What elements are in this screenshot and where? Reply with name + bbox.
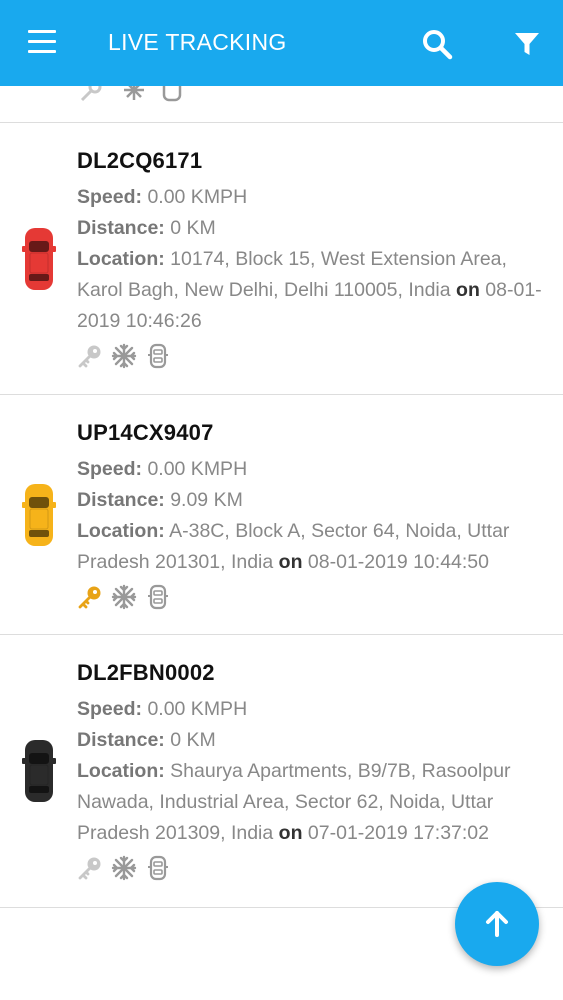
status-icons: [77, 343, 543, 369]
snowflake-icon: [111, 343, 137, 369]
location-label: Location:: [77, 760, 165, 782]
distance-label: Distance:: [77, 729, 165, 751]
search-icon[interactable]: [421, 28, 453, 60]
distance-row: Distance: 9.09 KM: [77, 485, 543, 516]
key-icon: [78, 586, 101, 609]
on-label: on: [278, 551, 303, 573]
location-row: Location: A-38C, Block A, Sector 64, Noi…: [77, 516, 543, 578]
key-icon: [78, 857, 101, 880]
timestamp-value: 07-01-2019 17:37:02: [307, 822, 489, 844]
speed-label: Speed:: [77, 186, 143, 208]
previous-card-peek: [0, 86, 563, 123]
filter-icon[interactable]: [513, 30, 541, 58]
car-door-icon: [148, 584, 168, 610]
vehicle-info: DL2CQ6171 Speed: 0.00 KMPH Distance: 0 K…: [77, 148, 543, 369]
speed-row: Speed: 0.00 KMPH: [77, 454, 543, 485]
on-label: on: [456, 279, 480, 301]
app-bar: LIVE TRACKING: [0, 0, 563, 86]
status-icons: [77, 584, 543, 610]
location-row: Location: 10174, Block 15, West Extensio…: [77, 244, 543, 337]
vehicle-info: UP14CX9407 Speed: 0.00 KMPH Distance: 9.…: [77, 420, 543, 610]
speed-value: 0.00 KMPH: [147, 698, 248, 720]
distance-label: Distance:: [77, 217, 165, 239]
page-title: LIVE TRACKING: [108, 29, 287, 55]
timestamp-value: 08-01-2019 10:44:50: [307, 551, 489, 573]
snowflake-icon: [111, 584, 137, 610]
car-icon: [22, 738, 56, 804]
location-label: Location:: [77, 248, 165, 270]
snowflake-icon: [111, 855, 137, 881]
car-icon: [22, 482, 56, 548]
speed-row: Speed: 0.00 KMPH: [77, 182, 543, 213]
distance-value: 0 KM: [170, 729, 216, 751]
vehicle-card[interactable]: DL2CQ6171 Speed: 0.00 KMPH Distance: 0 K…: [0, 122, 563, 395]
distance-row: Distance: 0 KM: [77, 725, 543, 756]
vehicle-card[interactable]: UP14CX9407 Speed: 0.00 KMPH Distance: 9.…: [0, 394, 563, 635]
status-icons: [77, 855, 543, 881]
arrow-up-icon: [486, 911, 508, 937]
vehicle-card[interactable]: DL2FBN0002 Speed: 0.00 KMPH Distance: 0 …: [0, 634, 563, 908]
distance-value: 9.09 KM: [170, 489, 243, 511]
distance-value: 0 KM: [170, 217, 216, 239]
on-label: on: [278, 822, 303, 844]
car-icon: [22, 226, 56, 292]
speed-value: 0.00 KMPH: [147, 458, 248, 480]
speed-value: 0.00 KMPH: [147, 186, 248, 208]
distance-label: Distance:: [77, 489, 165, 511]
key-icon: [78, 345, 101, 368]
menu-icon[interactable]: [28, 30, 56, 54]
distance-row: Distance: 0 KM: [77, 213, 543, 244]
vehicle-info: DL2FBN0002 Speed: 0.00 KMPH Distance: 0 …: [77, 660, 543, 881]
speed-label: Speed:: [77, 698, 143, 720]
status-icons-partial: [80, 86, 182, 102]
vehicle-plate: UP14CX9407: [77, 420, 214, 445]
speed-row: Speed: 0.00 KMPH: [77, 694, 543, 725]
location-row: Location: Shaurya Apartments, B9/7B, Ras…: [77, 756, 543, 849]
location-label: Location:: [77, 520, 165, 542]
vehicle-plate: DL2FBN0002: [77, 660, 215, 685]
speed-label: Speed:: [77, 458, 143, 480]
scroll-top-button[interactable]: [455, 882, 539, 966]
car-door-icon: [148, 343, 168, 369]
car-door-icon: [148, 855, 168, 881]
vehicle-plate: DL2CQ6171: [77, 148, 203, 173]
